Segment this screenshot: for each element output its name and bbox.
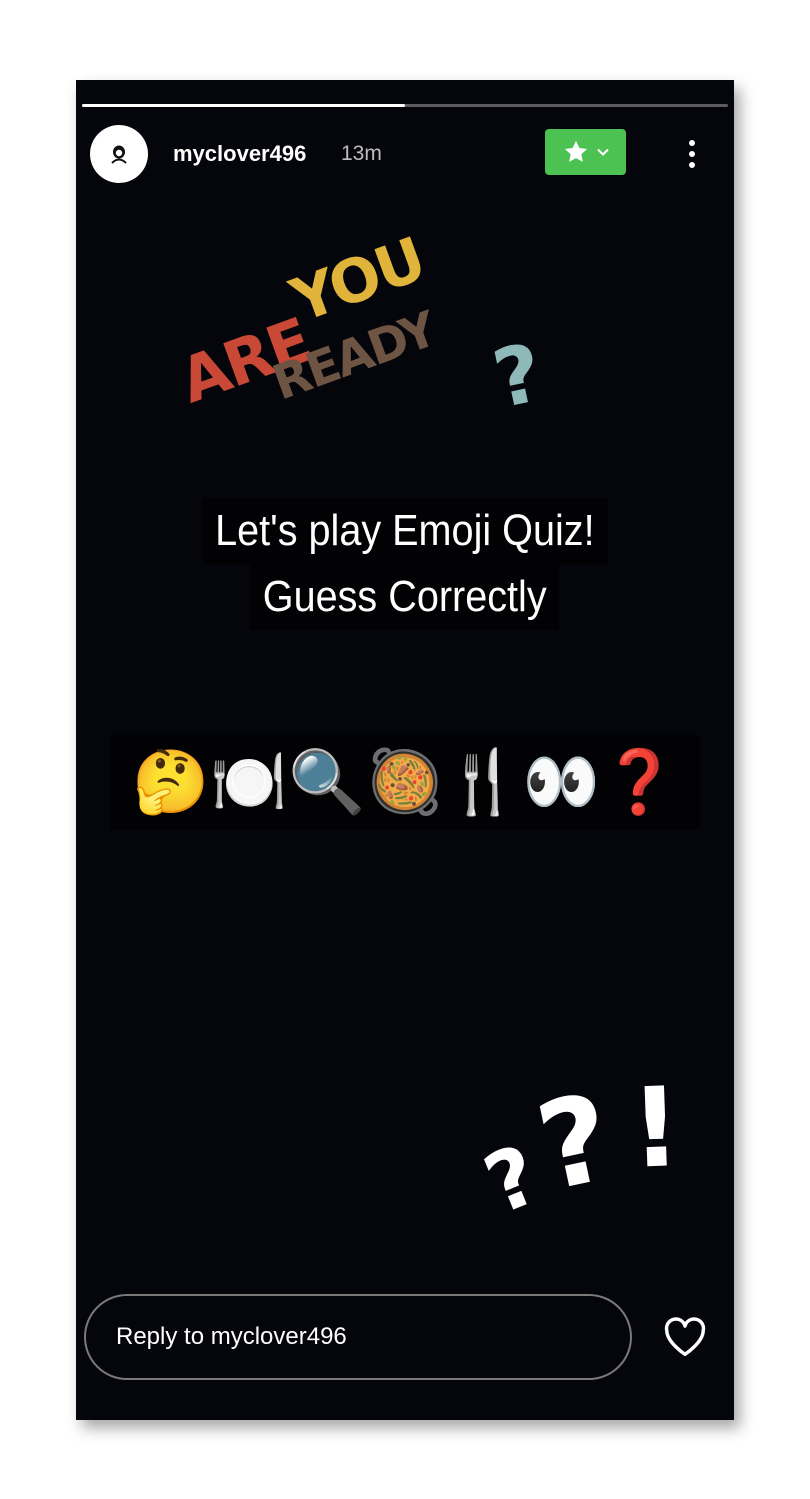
thinking-face-emoji: 🤔 (132, 747, 210, 817)
heart-icon (664, 1317, 706, 1356)
author-username[interactable]: myclover496 (173, 141, 306, 167)
are-you-ready-sticker: ARE YOU READY ? (129, 185, 550, 476)
favorite-button[interactable] (545, 129, 626, 175)
small-question-mark: ? (472, 1127, 552, 1234)
star-icon (564, 140, 587, 162)
reply-input[interactable]: Reply to myclover496 (84, 1294, 632, 1380)
post-time: 13m (341, 142, 382, 165)
question-exclamation-sticker: ? ? ! (462, 1057, 730, 1263)
exclamation-mark: ! (628, 1063, 684, 1193)
question-mark-emoji: ❓ (600, 747, 678, 817)
chevron-down-icon (596, 148, 609, 156)
magnifying-glass-emoji: 🔍 (288, 747, 366, 817)
story-header: myclover496 13m (76, 125, 734, 185)
story-progress-fill (82, 104, 405, 107)
large-question-mark: ? (526, 1068, 624, 1219)
story-viewer: myclover496 13m ARE YOU READY ? Let's pl… (76, 80, 734, 1420)
reply-placeholder: Reply to myclover496 (116, 1323, 347, 1350)
quiz-caption-line-1: Let's play Emoji Quiz! (202, 498, 608, 564)
quiz-caption-line-2: Guess Correctly (250, 564, 560, 630)
like-button[interactable] (662, 1316, 708, 1358)
paella-pan-emoji: 🥘 (366, 747, 444, 817)
avatar[interactable] (90, 125, 148, 183)
avatar-icon (111, 145, 127, 164)
story-progress-bar (82, 104, 728, 107)
plate-with-cutlery-emoji: 🍽️ (210, 747, 288, 817)
more-options-button[interactable] (676, 135, 708, 173)
eyes-emoji: 👀 (522, 747, 600, 817)
fork-and-knife-emoji: 🍴 (444, 747, 522, 817)
more-vertical-icon (689, 140, 695, 168)
emoji-clue-row: 🤔 🍽️ 🔍 🥘 🍴 👀 ❓ (110, 735, 700, 830)
quiz-caption: Let's play Emoji Quiz! Guess Correctly (76, 498, 734, 630)
sticker-question-mark: ? (485, 325, 551, 427)
